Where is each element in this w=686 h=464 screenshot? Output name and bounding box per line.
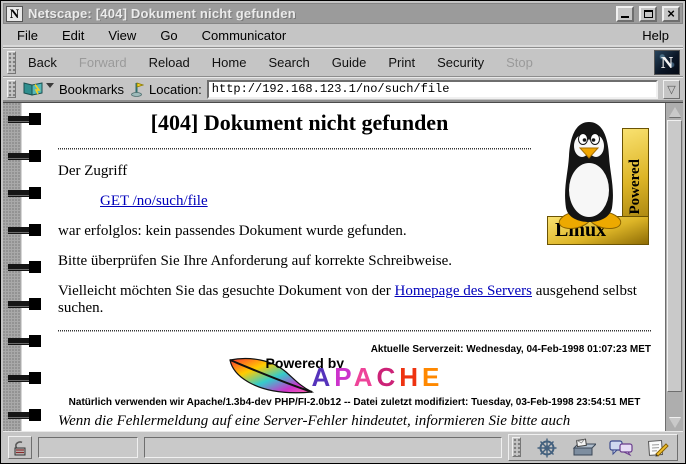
component-bar-grip[interactable] [512,437,521,457]
menu-view[interactable]: View [108,28,136,43]
linux-logo-powered-label: Powered [627,159,644,215]
arrow-down-icon [669,418,681,428]
navigation-toolbar: Back Forward Reload Home Search Guide Pr… [3,48,683,77]
check-text: Bitte überprüfen Sie Ihre Anforderung au… [58,253,651,270]
apache-wordmark: APACHE [312,364,444,390]
home-button[interactable]: Home [201,51,258,74]
mailbox-icon[interactable] [572,438,596,458]
security-indicator[interactable] [8,436,32,459]
close-icon: × [667,9,675,19]
netscape-logo-icon[interactable]: N [654,50,680,75]
scrollbar-thumb[interactable] [667,120,682,392]
homepage-link[interactable]: Homepage des Servers [395,283,532,299]
bookmarks-dropdown-icon [46,83,54,88]
url-history-dropdown[interactable]: ▽ [663,80,680,99]
scroll-down-button[interactable] [666,414,683,431]
title-bar[interactable]: N Netscape: [404] Dokument nicht gefunde… [3,3,683,24]
menu-bar: File Edit View Go Communicator Help [3,24,683,48]
navigator-wheel-icon[interactable] [535,438,559,458]
stop-button[interactable]: Stop [495,51,544,74]
maximize-button[interactable] [639,6,657,22]
maximize-icon [644,10,653,18]
url-input[interactable] [207,80,658,99]
location-label: Location: [149,82,202,97]
location-icon[interactable] [129,81,144,97]
close-button[interactable]: × [662,6,680,22]
suggestion-text: Vielleicht möchten Sie das gesuchte Doku… [58,283,651,317]
back-button[interactable]: Back [17,51,68,74]
print-button[interactable]: Print [377,51,426,74]
tux-penguin-icon [551,116,627,232]
menu-edit[interactable]: Edit [62,28,84,43]
server-time-text: Aktuelle Serverzeit: Wednesday, 04-Feb-1… [58,344,651,355]
composer-icon[interactable] [646,438,670,458]
page-title: [404] Dokument nicht gefunden [58,110,541,136]
toolbar-grip-handle[interactable] [7,51,16,74]
menu-file[interactable]: File [17,28,38,43]
status-bar [3,431,683,463]
status-progress-panel [38,437,138,458]
guide-button[interactable]: Guide [321,51,378,74]
security-button[interactable]: Security [426,51,495,74]
powered-by-apache-logo: Powered by APACHE [220,357,490,395]
bookmarks-label[interactable]: Bookmarks [59,82,124,97]
browser-viewport: Powered Linux [404] Dokument n [3,102,683,431]
server-version-text: Natürlich verwenden wir Apache/1.3b4-dev… [58,397,651,408]
minimize-button[interactable] [616,6,634,22]
netscape-window: N Netscape: [404] Dokument nicht gefunde… [0,0,686,464]
menu-communicator[interactable]: Communicator [202,28,287,43]
linux-powered-logo: Powered Linux [547,116,649,245]
vertical-scrollbar[interactable] [665,103,683,431]
webmaster-note: Wenn die Fehlermeldung auf eine Server-F… [58,412,651,431]
window-title: Netscape: [404] Dokument nicht gefunden [28,6,611,21]
component-bar [508,434,678,461]
document-page: Powered Linux [404] Dokument n [3,103,665,431]
minimize-icon [621,16,629,18]
bookmarks-button[interactable] [22,81,54,97]
scroll-up-button[interactable] [666,103,683,120]
chevron-down-icon: ▽ [667,83,675,96]
reload-button[interactable]: Reload [138,51,201,74]
status-message-panel [144,437,502,458]
search-button[interactable]: Search [257,51,320,74]
menu-help[interactable]: Help [642,28,669,43]
notebook-rings-decoration [8,103,41,431]
location-bar: Bookmarks Location: ▽ [3,77,683,102]
menu-go[interactable]: Go [160,28,177,43]
open-padlock-icon [12,440,28,456]
arrow-up-icon [669,107,681,117]
horizontal-rule-top [58,148,531,150]
bookmark-icon [22,81,44,97]
netscape-app-icon: N [6,6,23,22]
discussions-icon[interactable] [609,438,633,458]
locationbar-grip-handle[interactable] [7,80,16,98]
forward-button[interactable]: Forward [68,51,138,74]
horizontal-rule-bottom [58,330,651,332]
request-link[interactable]: GET /no/such/file [100,193,208,209]
